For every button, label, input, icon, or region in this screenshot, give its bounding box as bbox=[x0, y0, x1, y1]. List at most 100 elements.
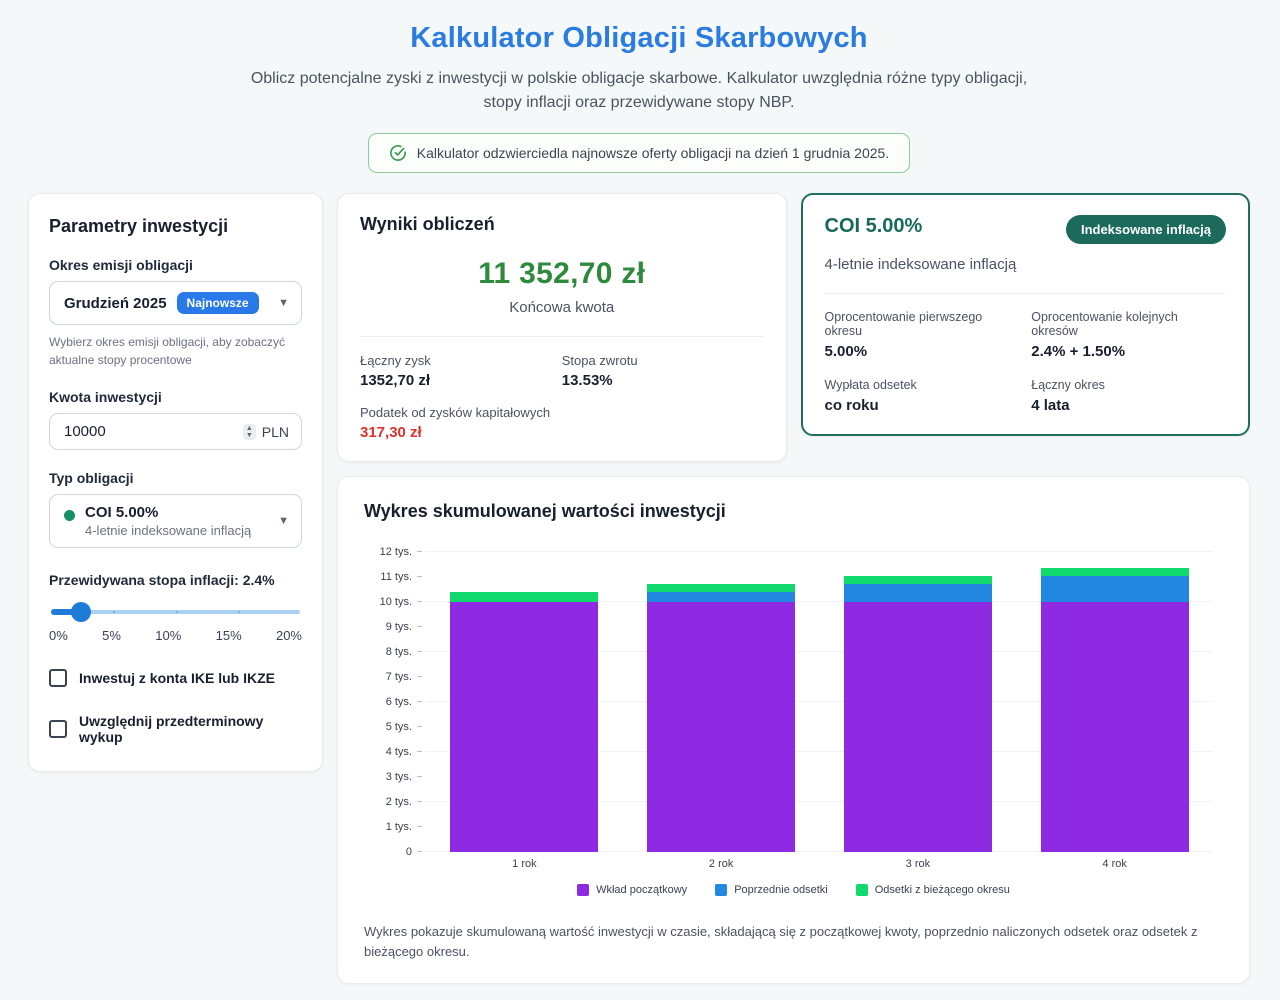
y-tick-dash bbox=[417, 701, 422, 702]
amount-inputbox: ▲▼ PLN bbox=[49, 413, 302, 450]
slider-thumb[interactable] bbox=[71, 602, 91, 622]
parameters-panel: Parametry inwestycji Okres emisji obliga… bbox=[28, 193, 323, 772]
stat-2: Podatek od zysków kapitałowych317,30 zł bbox=[360, 405, 562, 441]
chart-heading: Wykres skumulowanej wartości inwestycji bbox=[364, 501, 1223, 522]
bond-type-select[interactable]: COI 5.00% 4-letnie indeksowane inflacją … bbox=[49, 494, 302, 548]
bar-segment-wkład-początkowy bbox=[844, 602, 992, 852]
number-stepper-icon[interactable]: ▲▼ bbox=[243, 424, 256, 440]
bond-field-label: Wypłata odsetek bbox=[825, 378, 1020, 392]
bond-type-option: COI 5.00% 4-letnie indeksowane inflacją bbox=[64, 504, 251, 538]
y-tick-label: 2 tys. bbox=[386, 796, 412, 808]
legend-swatch bbox=[856, 884, 868, 896]
y-tick-dash bbox=[417, 826, 422, 827]
y-tick-label: 3 tys. bbox=[386, 771, 412, 783]
checkbox[interactable] bbox=[49, 669, 67, 687]
slider-tick-label: 5% bbox=[102, 628, 121, 643]
bar-segment-wkład-początkowy bbox=[647, 602, 795, 852]
bar-segment-odsetki-z-bieżącego-okresu bbox=[647, 584, 795, 592]
x-axis-label: 3 rok bbox=[844, 858, 992, 870]
y-tick-dash bbox=[417, 851, 422, 852]
bond-type-value: COI 5.00% bbox=[85, 504, 251, 521]
bar-segment-poprzednie-odsetki bbox=[844, 584, 992, 602]
stat-value: 317,30 zł bbox=[360, 424, 562, 441]
slider-tick bbox=[176, 611, 178, 613]
bar-segment-odsetki-z-bieżącego-okresu bbox=[1041, 568, 1189, 576]
bar-segment-poprzednie-odsetki bbox=[1041, 576, 1189, 602]
y-tick-dash bbox=[417, 726, 422, 727]
legend-item: Wkład początkowy bbox=[577, 884, 687, 896]
chart-legend: Wkład początkowy Poprzednie odsetki Odsetk… bbox=[364, 884, 1223, 896]
slider-tick bbox=[238, 611, 240, 613]
inflation-indexed-badge: Indeksowane inflacją bbox=[1066, 215, 1226, 244]
y-tick-label: 0 bbox=[406, 846, 412, 858]
slider-tick-label: 20% bbox=[276, 628, 302, 643]
bond-field-value: 5.00% bbox=[825, 343, 1020, 360]
emission-period-select[interactable]: Grudzień 2025 Najnowsze ▼ bbox=[49, 281, 302, 325]
info-banner-wrap: Kalkulator odzwierciedla najnowsze ofert… bbox=[28, 133, 1250, 173]
legend-swatch bbox=[577, 884, 589, 896]
bond-field-value: 2.4% + 1.50% bbox=[1031, 343, 1226, 360]
y-tick-label: 7 tys. bbox=[386, 671, 412, 683]
bond-info-card: COI 5.00% Indeksowane inflacją 4-letnie … bbox=[801, 193, 1251, 436]
results-card: Wyniki obliczeń 11 352,70 zł Końcowa kwo… bbox=[337, 193, 787, 462]
x-axis-label: 4 rok bbox=[1041, 858, 1189, 870]
inflation-slider[interactable] bbox=[51, 602, 300, 622]
bar-segment-wkład-początkowy bbox=[1041, 602, 1189, 852]
legend-item: Poprzednie odsetki bbox=[715, 884, 828, 896]
parameters-heading: Parametry inwestycji bbox=[49, 216, 302, 237]
bond-field-2: Wypłata odsetek co roku bbox=[825, 378, 1020, 414]
bond-field-value: 4 lata bbox=[1031, 397, 1226, 414]
results-heading: Wyniki obliczeń bbox=[360, 214, 764, 235]
bar-segment-odsetki-z-bieżącego-okresu bbox=[450, 592, 598, 602]
bar-1-rok bbox=[450, 592, 598, 852]
page-subtitle: Oblicz potencjalne zyski z inwestycji w … bbox=[249, 67, 1029, 115]
checkbox-label: Uwzględnij przedterminowy wykup bbox=[79, 713, 302, 745]
legend-item: Odsetki z bieżącego okresu bbox=[856, 884, 1010, 896]
amount-input[interactable] bbox=[64, 423, 237, 440]
bond-fields: Oprocentowanie pierwszego okresu5.00%Opr… bbox=[825, 310, 1227, 414]
slider-tick-label: 0% bbox=[49, 628, 68, 643]
chevron-down-icon: ▼ bbox=[278, 515, 289, 527]
checkbox-label: Inwestuj z konta IKE lub IKZE bbox=[79, 670, 275, 686]
emission-period-help: Wybierz okres emisji obligacji, aby zoba… bbox=[49, 333, 302, 369]
y-tick-label: 6 tys. bbox=[386, 696, 412, 708]
stat-1: Stopa zwrotu13.53% bbox=[562, 353, 764, 389]
bond-field-1: Oprocentowanie kolejnych okresów 2.4% + 1… bbox=[1031, 310, 1226, 360]
y-tick-dash bbox=[417, 751, 422, 752]
slider-tick-label: 15% bbox=[216, 628, 242, 643]
divider bbox=[360, 336, 764, 337]
y-tick-dash bbox=[417, 551, 422, 552]
chart-card: Wykres skumulowanej wartości inwestycji … bbox=[337, 476, 1250, 984]
final-amount-label: Końcowa kwota bbox=[360, 299, 764, 316]
y-tick-label: 12 tys. bbox=[380, 546, 412, 558]
bond-field-0: Oprocentowanie pierwszego okresu 5.00% bbox=[825, 310, 1020, 360]
stat-0: Łączny zysk1352,70 zł bbox=[360, 353, 562, 389]
y-tick-label: 4 tys. bbox=[386, 746, 412, 758]
x-axis-label: 1 rok bbox=[450, 858, 598, 870]
newest-badge: Najnowsze bbox=[177, 292, 259, 314]
y-tick-label: 10 tys. bbox=[380, 596, 412, 608]
bond-calculator-page: Kalkulator Obligacji Skarbowych Oblicz p… bbox=[0, 0, 1280, 1000]
checkbox-row-1[interactable]: Uwzględnij przedterminowy wykup bbox=[49, 713, 302, 745]
checkbox-row-0[interactable]: Inwestuj z konta IKE lub IKZE bbox=[49, 669, 302, 687]
y-tick-dash bbox=[417, 776, 422, 777]
legend-label: Wkład początkowy bbox=[596, 884, 687, 896]
bond-type-label: Typ obligacji bbox=[49, 470, 302, 486]
checkbox-group: Inwestuj z konta IKE lub IKZE Uwzględnij … bbox=[49, 669, 302, 745]
final-amount: 11 352,70 zł bbox=[360, 257, 764, 291]
checkbox[interactable] bbox=[49, 720, 67, 738]
bond-field-label: Oprocentowanie pierwszego okresu bbox=[825, 310, 1020, 338]
x-axis-label: 2 rok bbox=[647, 858, 795, 870]
bond-field-3: Łączny okres4 lata bbox=[1031, 378, 1226, 414]
y-tick-label: 1 tys. bbox=[386, 821, 412, 833]
bond-type-dot-icon bbox=[64, 510, 75, 521]
y-tick-dash bbox=[417, 626, 422, 627]
bond-field-label: Oprocentowanie kolejnych okresów bbox=[1031, 310, 1226, 338]
chart-plot-area: 01 tys.2 tys.3 tys.4 tys.5 tys.6 tys.7 t… bbox=[426, 552, 1213, 852]
bond-field-value: co roku bbox=[825, 397, 1020, 414]
y-tick-label: 8 tys. bbox=[386, 646, 412, 658]
bar-segment-wkład-początkowy bbox=[450, 602, 598, 852]
stat-value: 1352,70 zł bbox=[360, 372, 562, 389]
emission-period-label: Okres emisji obligacji bbox=[49, 257, 302, 273]
currency-unit: PLN bbox=[262, 424, 289, 440]
